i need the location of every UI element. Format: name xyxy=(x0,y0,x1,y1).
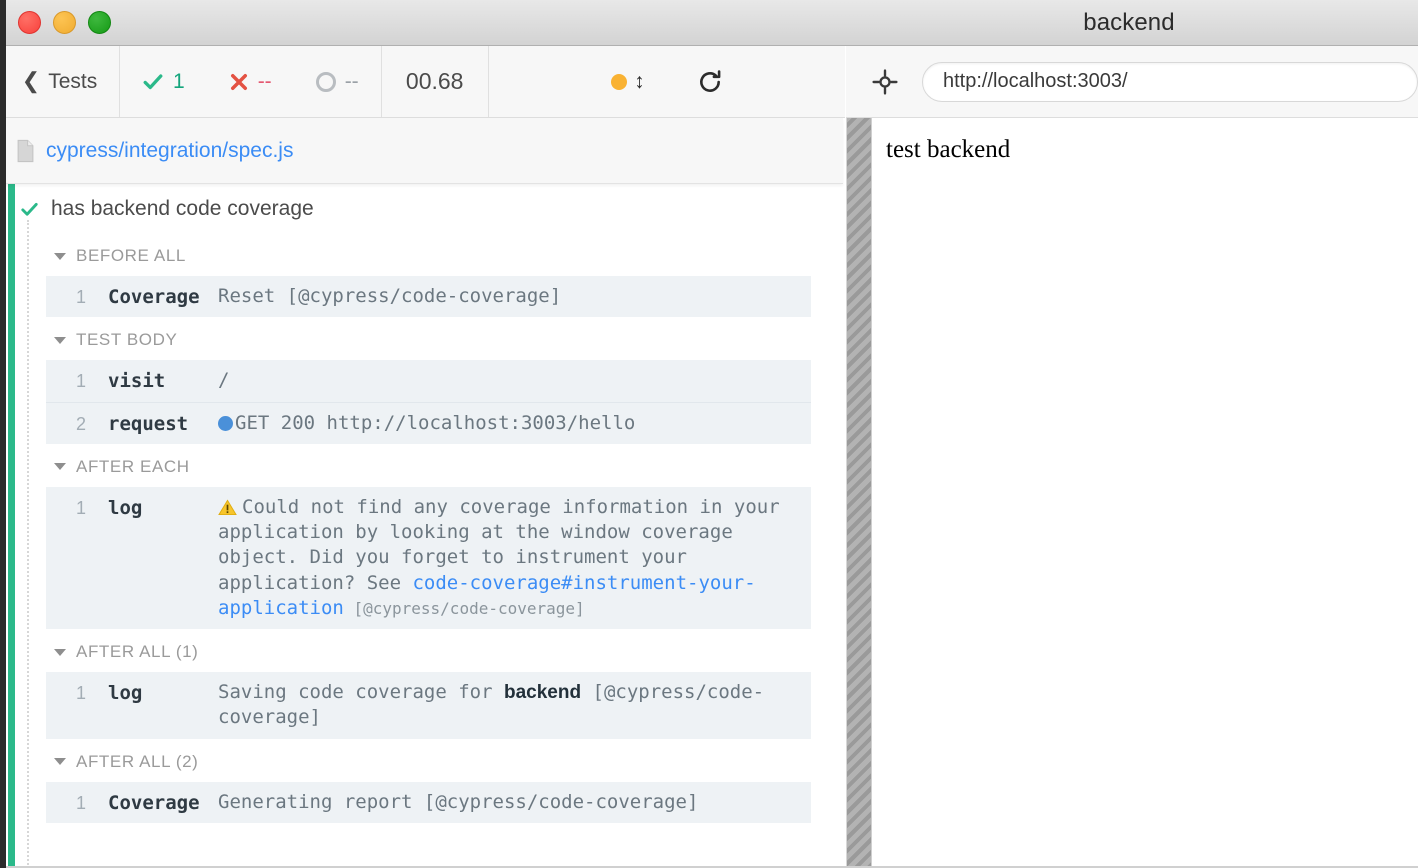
spec-file-bar: cypress/integration/spec.js xyxy=(0,118,843,184)
command-group: 1 Coverage Generating report [@cypress/cod… xyxy=(46,781,811,823)
test-duration-value: 00.68 xyxy=(405,68,464,94)
command-message: Generating report [@cypress/code-coverag… xyxy=(218,790,699,813)
command-group: 1 log Could not find any coverage informat… xyxy=(46,486,811,630)
panel-resize-handle[interactable] xyxy=(846,118,872,868)
hook-header[interactable]: BEFORE ALL xyxy=(0,233,843,276)
command-name: visit xyxy=(108,370,166,393)
command-message: GET 200 http://localhost:3003/hello xyxy=(218,411,801,436)
command-row[interactable]: 1 log Could not find any coverage informat… xyxy=(46,486,811,630)
up-down-arrow-icon: ↕ xyxy=(634,70,645,93)
command-group: 1 visit / 2 request GET 200 http://localhost:… xyxy=(46,360,811,444)
x-icon xyxy=(230,73,247,90)
app-preview-frame: test backend xyxy=(872,118,1418,868)
test-title: has backend code coverage xyxy=(51,197,314,220)
check-icon xyxy=(21,202,38,216)
stat-failed-value: -- xyxy=(257,69,272,93)
command-row[interactable]: 1 Coverage Generating report [@cypress/cod… xyxy=(46,781,811,823)
test-title-row[interactable]: has backend code coverage xyxy=(0,184,843,233)
caret-down-icon xyxy=(54,463,66,471)
reporter-header: ❮ Tests 1 -- -- 00.68 ↕ xyxy=(0,46,845,118)
restart-tests-button[interactable] xyxy=(671,69,749,95)
caret-down-icon xyxy=(54,336,66,344)
caret-down-icon xyxy=(54,648,66,656)
command-message-emphasis: backend xyxy=(503,682,582,704)
command-row[interactable]: 1 visit / xyxy=(46,360,811,403)
hook-label: AFTER EACH xyxy=(76,456,190,476)
hook-header[interactable]: AFTER ALL (2) xyxy=(0,739,843,782)
hook-header[interactable]: AFTER EACH xyxy=(0,444,843,487)
check-icon xyxy=(143,73,163,89)
hooks-container: BEFORE ALL 1 Coverage Reset [@cypress/code-… xyxy=(0,233,843,823)
command-number: 1 xyxy=(75,287,86,307)
command-number: 1 xyxy=(75,497,86,518)
hook-guideline xyxy=(27,220,29,868)
window-left-edge xyxy=(0,46,6,868)
restart-icon xyxy=(699,69,720,92)
window-left-edge-top xyxy=(0,0,6,46)
crosshair-selector-icon[interactable] xyxy=(872,68,898,95)
window-title: backend xyxy=(0,0,1418,46)
command-message: / xyxy=(218,369,230,392)
command-message: Saving code coverage for backend [@cypre… xyxy=(218,681,765,729)
aut-header: http://localhost:3003/ xyxy=(846,46,1418,118)
url-input[interactable]: http://localhost:3003/ xyxy=(922,61,1418,102)
command-row[interactable]: 1 Coverage Reset [@cypress/code-coverage] xyxy=(46,276,811,318)
command-row[interactable]: 2 request GET 200 http://localhost:3003/he… xyxy=(46,402,811,444)
command-name: log xyxy=(108,682,143,705)
hook-header[interactable]: TEST BODY xyxy=(0,317,843,360)
app-preview-text: test backend xyxy=(886,136,1011,163)
warning-icon xyxy=(218,499,237,515)
command-message: Could not find any coverage information … xyxy=(218,495,780,619)
caret-down-icon xyxy=(54,252,66,260)
hook-header[interactable]: AFTER ALL (1) xyxy=(0,629,843,672)
runner-controls: ↕ xyxy=(489,46,845,117)
stat-pending[interactable]: -- xyxy=(294,70,381,94)
spec-file-path[interactable]: cypress/integration/spec.js xyxy=(46,139,293,163)
pause-dot-icon xyxy=(611,73,628,90)
stat-passed-value: 1 xyxy=(173,69,185,93)
hook-label: AFTER ALL (1) xyxy=(76,642,199,662)
command-number: 1 xyxy=(75,683,86,704)
test-duration: 00.68 xyxy=(380,46,489,117)
command-message-package: [@cypress/code-coverage] xyxy=(343,598,585,618)
command-log: has backend code coverage BEFORE ALL 1 Cov… xyxy=(0,184,843,868)
command-group: 1 log Saving code coverage for backend [@c… xyxy=(46,672,811,739)
command-group: 1 Coverage Reset [@cypress/code-coverage] xyxy=(46,276,811,318)
next-step-button[interactable]: ↕ xyxy=(585,71,671,92)
circle-icon xyxy=(315,71,336,92)
window-title-text: backend xyxy=(1083,9,1175,36)
command-name: request xyxy=(108,412,189,435)
window-title-bar: backend xyxy=(0,0,1418,46)
hook-label: BEFORE ALL xyxy=(76,246,186,265)
stat-pending-value: -- xyxy=(344,69,359,93)
test-stats-group: 1 -- -- xyxy=(120,46,381,117)
hook-label: AFTER ALL (2) xyxy=(76,751,199,771)
command-number: 1 xyxy=(75,792,86,813)
stat-failed[interactable]: -- xyxy=(207,70,294,94)
file-icon xyxy=(17,139,34,162)
caret-down-icon xyxy=(54,758,66,766)
test-status-accent-bar xyxy=(8,184,15,868)
stat-passed[interactable]: 1 xyxy=(120,70,207,94)
command-name: Coverage xyxy=(108,791,200,814)
command-name: log xyxy=(108,496,143,519)
command-message: Reset [@cypress/code-coverage] xyxy=(218,285,562,307)
command-row[interactable]: 1 log Saving code coverage for backend [@c… xyxy=(46,672,811,739)
command-number: 2 xyxy=(75,413,86,434)
back-to-tests-label: Tests xyxy=(48,69,98,93)
chevron-left-icon: ❮ xyxy=(21,67,41,93)
command-number: 1 xyxy=(75,371,86,392)
command-name: Coverage xyxy=(108,286,200,308)
url-text: http://localhost:3003/ xyxy=(943,70,1128,92)
hook-label: TEST BODY xyxy=(76,330,178,350)
request-status-dot-icon xyxy=(218,415,233,431)
back-to-tests-button[interactable]: ❮ Tests xyxy=(0,46,120,117)
